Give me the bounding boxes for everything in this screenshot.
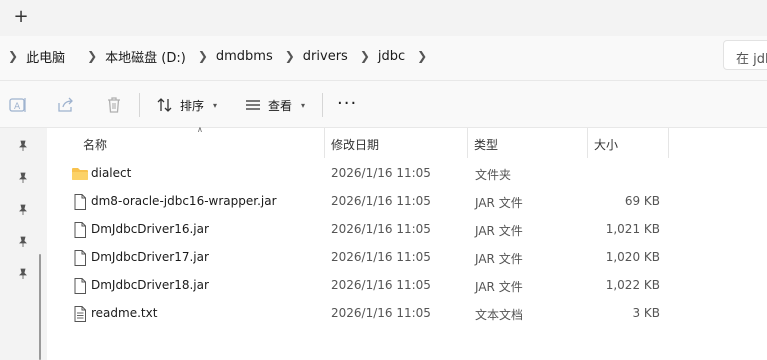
new-tab-button[interactable]: +: [10, 6, 32, 28]
pin-icon[interactable]: [17, 140, 29, 152]
file-type: JAR 文件: [475, 280, 523, 294]
breadcrumb-item-local-disk[interactable]: 本地磁盘 (D:): [105, 47, 186, 66]
breadcrumb-item-this-pc[interactable]: 此电脑: [26, 47, 65, 66]
pin-icon[interactable]: [17, 268, 29, 280]
sort-icon: [157, 98, 172, 112]
file-name: dialect: [91, 166, 132, 180]
chevron-right-icon[interactable]: ❯: [360, 49, 370, 63]
file-icon: [74, 222, 86, 238]
column-header-date[interactable]: 修改日期: [331, 136, 379, 153]
breadcrumb-item-drivers[interactable]: drivers: [303, 49, 348, 64]
view-button[interactable]: 查看 ▾: [244, 95, 305, 115]
pin-icon[interactable]: [17, 204, 29, 216]
text-file-icon: [74, 306, 86, 322]
file-icon: [74, 250, 86, 266]
file-row-dialect[interactable]: dialect 2026/1/16 11:05 文件夹: [47, 160, 767, 188]
chevron-right-icon[interactable]: ❯: [198, 49, 208, 63]
sort-ascending-icon: ∧: [197, 125, 203, 134]
file-date: 2026/1/16 11:05: [331, 250, 431, 264]
file-row-wrapper-jar[interactable]: dm8-oracle-jdbc16-wrapper.jar 2026/1/16 …: [47, 188, 767, 216]
file-date: 2026/1/16 11:05: [331, 306, 431, 320]
breadcrumb-item-jdbc[interactable]: jdbc: [378, 49, 405, 64]
column-divider[interactable]: [668, 128, 669, 158]
chevron-right-icon[interactable]: ❯: [285, 49, 295, 63]
breadcrumb: ❯ 此电脑 ❯ 本地磁盘 (D:) ❯ dmdbms ❯ drivers ❯ j…: [0, 40, 435, 72]
column-divider[interactable]: [467, 128, 468, 158]
sort-label: 排序: [180, 98, 205, 113]
file-icon: [74, 194, 86, 210]
delete-icon[interactable]: [104, 95, 124, 115]
tab-bar: +: [0, 0, 767, 36]
file-size: 1,020 KB: [605, 250, 660, 264]
more-options-button[interactable]: ···: [337, 93, 357, 114]
chevron-down-icon: ▾: [301, 100, 306, 110]
file-type: 文本文档: [475, 308, 524, 322]
file-date: 2026/1/16 11:05: [331, 222, 431, 236]
pin-icon[interactable]: [17, 172, 29, 184]
toolbar-divider: [139, 93, 140, 117]
file-type: 文件夹: [475, 168, 512, 182]
file-name: DmJdbcDriver17.jar: [91, 250, 209, 264]
file-row-driver16[interactable]: DmJdbcDriver16.jar 2026/1/16 11:05 JAR 文…: [47, 216, 767, 244]
file-name: readme.txt: [91, 306, 158, 320]
navigation-scrollbar[interactable]: [39, 254, 41, 360]
breadcrumb-item-dmdbms[interactable]: dmdbms: [216, 49, 273, 64]
column-header-type[interactable]: 类型: [474, 136, 498, 153]
search-input[interactable]: 在 jdbc 中搜索: [723, 40, 767, 70]
file-name: dm8-oracle-jdbc16-wrapper.jar: [91, 194, 277, 208]
file-icon: [74, 278, 86, 294]
file-type: JAR 文件: [475, 252, 523, 266]
file-row-driver18[interactable]: DmJdbcDriver18.jar 2026/1/16 11:05 JAR 文…: [47, 272, 767, 300]
file-list: ∧ 名称 修改日期 类型 大小 dialect 2026/1/16 11:05 …: [47, 125, 767, 360]
column-divider[interactable]: [587, 128, 588, 158]
chevron-right-icon[interactable]: ❯: [417, 49, 427, 63]
file-name: DmJdbcDriver16.jar: [91, 222, 209, 236]
column-header-row: ∧ 名称 修改日期 类型 大小: [47, 125, 767, 158]
file-date: 2026/1/16 11:05: [331, 194, 431, 208]
file-type: JAR 文件: [475, 196, 523, 210]
share-icon[interactable]: [56, 95, 76, 115]
file-size: 1,022 KB: [605, 278, 660, 292]
file-row-driver17[interactable]: DmJdbcDriver17.jar 2026/1/16 11:05 JAR 文…: [47, 244, 767, 272]
command-bar: A 排序 ▾ 查看 ▾ ···: [0, 80, 767, 128]
file-type: JAR 文件: [475, 224, 523, 238]
chevron-right-icon[interactable]: ❯: [87, 49, 97, 63]
address-bar: ❯ 此电脑 ❯ 本地磁盘 (D:) ❯ dmdbms ❯ drivers ❯ j…: [0, 36, 767, 80]
pin-icon[interactable]: [17, 236, 29, 248]
toolbar-divider: [322, 93, 323, 117]
column-header-name[interactable]: 名称: [83, 136, 107, 153]
file-date: 2026/1/16 11:05: [331, 278, 431, 292]
file-size: 3 KB: [632, 306, 660, 320]
column-header-size[interactable]: 大小: [594, 136, 618, 153]
file-row-readme[interactable]: readme.txt 2026/1/16 11:05 文本文档 3 KB: [47, 300, 767, 328]
file-size: 69 KB: [624, 194, 660, 208]
chevron-down-icon: ▾: [213, 100, 218, 110]
sort-button[interactable]: 排序 ▾: [156, 95, 217, 115]
file-date: 2026/1/16 11:05: [331, 166, 431, 180]
folder-icon: [72, 168, 88, 180]
file-name: DmJdbcDriver18.jar: [91, 278, 209, 292]
svg-text:A: A: [14, 102, 21, 112]
view-icon: [246, 100, 260, 110]
file-size: 1,021 KB: [605, 222, 660, 236]
chevron-right-icon[interactable]: ❯: [8, 49, 18, 63]
view-label: 查看: [268, 98, 293, 113]
column-divider[interactable]: [324, 128, 325, 158]
rename-icon[interactable]: A: [8, 95, 28, 115]
